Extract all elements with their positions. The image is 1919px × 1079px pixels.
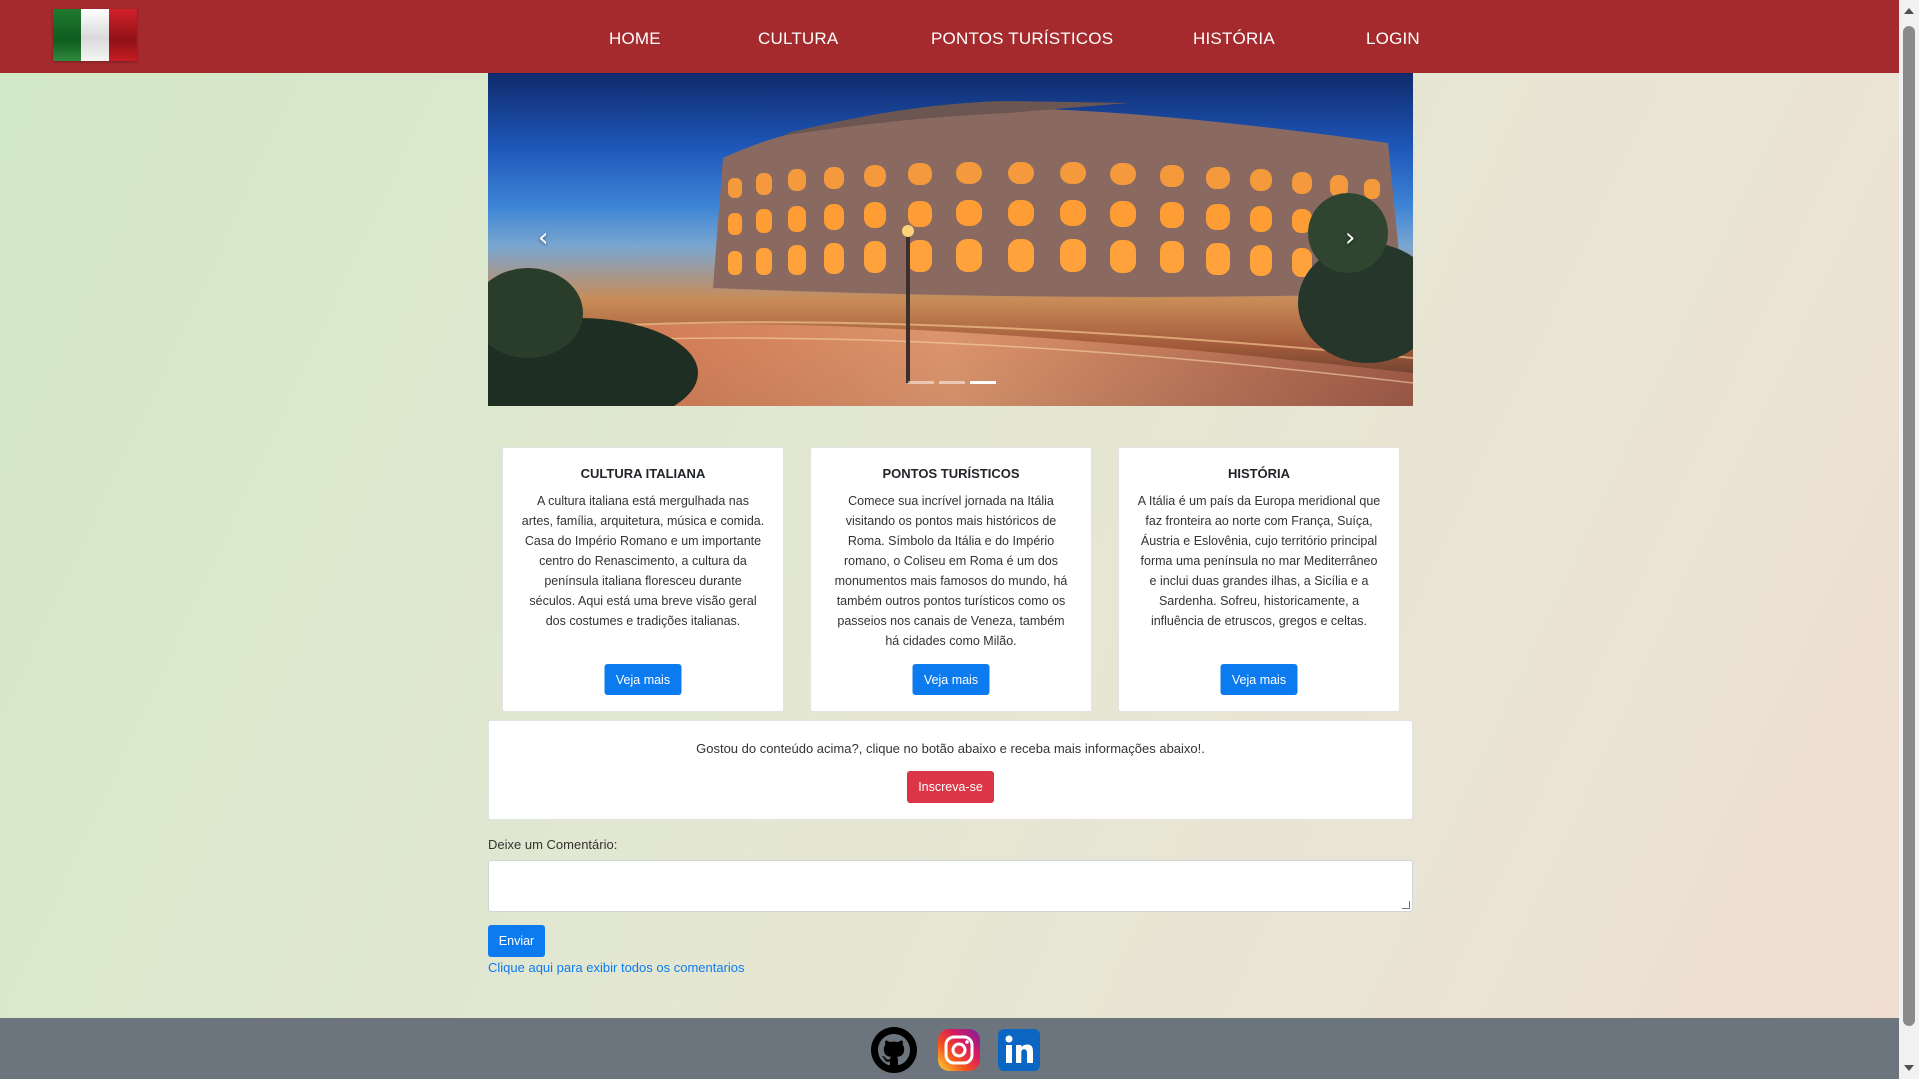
carousel-next-icon[interactable]: › [1345,223,1355,253]
card-cultura-button[interactable]: Veja mais [604,664,682,695]
instagram-icon[interactable] [935,1026,983,1074]
submit-comment-button[interactable]: Enviar [488,925,545,957]
scroll-down-icon[interactable] [1904,1065,1914,1071]
italy-flag-logo[interactable] [53,9,137,61]
card-title: PONTOS TURÍSTICOS [882,466,1020,481]
comment-label: Deixe um Comentário: [488,837,618,852]
card-pontos-button[interactable]: Veja mais [912,664,990,695]
carousel-indicator-active[interactable] [970,381,996,384]
card-historia-button[interactable]: Veja mais [1220,664,1298,695]
nav-login[interactable]: LOGIN [1366,29,1420,49]
github-icon[interactable] [870,1026,918,1074]
image-carousel: ‹ › [488,73,1413,406]
subscribe-text: Gostou do conteúdo acima?, clique no bot… [696,741,1205,756]
subscribe-button[interactable]: Inscreva-se [907,771,994,803]
carousel-indicator[interactable] [908,381,934,384]
carousel-prev-icon[interactable]: ‹ [538,223,548,253]
card-text: Comece sua incrível jornada na Itália vi… [834,494,1068,648]
card-title: CULTURA ITALIANA [580,466,706,481]
nav-pontos-turisticos[interactable]: PONTOS TURÍSTICOS [931,29,1113,49]
scroll-up-icon[interactable] [1904,8,1914,14]
card-title: HISTÓRIA [1227,466,1291,481]
footer [0,1018,1899,1079]
page-scrollbar[interactable] [1899,0,1919,1079]
comment-textarea[interactable] [488,860,1413,912]
nav-historia[interactable]: HISTÓRIA [1193,29,1275,49]
nav-home[interactable]: HOME [609,29,661,49]
carousel-indicator[interactable] [939,381,965,384]
card-pontos-turisticos: PONTOS TURÍSTICOS Comece sua incrível jo… [810,447,1092,712]
card-historia: HISTÓRIA A Itália é um país da Europa me… [1118,447,1400,712]
navbar: HOME CULTURA PONTOS TURÍSTICOS HISTÓRIA … [0,0,1899,73]
resize-grip-icon[interactable] [1402,901,1410,909]
card-cultura: CULTURA ITALIANA A cultura italiana está… [502,447,784,712]
show-all-comments-link[interactable]: Clique aqui para exibir todos os comenta… [488,960,745,975]
card-text: A Itália é um país da Europa meridional … [1137,494,1381,628]
card-text: A cultura italiana está mergulhada nas a… [521,494,765,628]
scrollbar-thumb[interactable] [1903,26,1915,1026]
subscribe-panel: Gostou do conteúdo acima?, clique no bot… [488,720,1413,820]
colosseum-image [488,101,1413,406]
nav-cultura[interactable]: CULTURA [758,29,838,49]
linkedin-icon[interactable] [995,1026,1043,1074]
carousel-indicators [908,381,996,384]
